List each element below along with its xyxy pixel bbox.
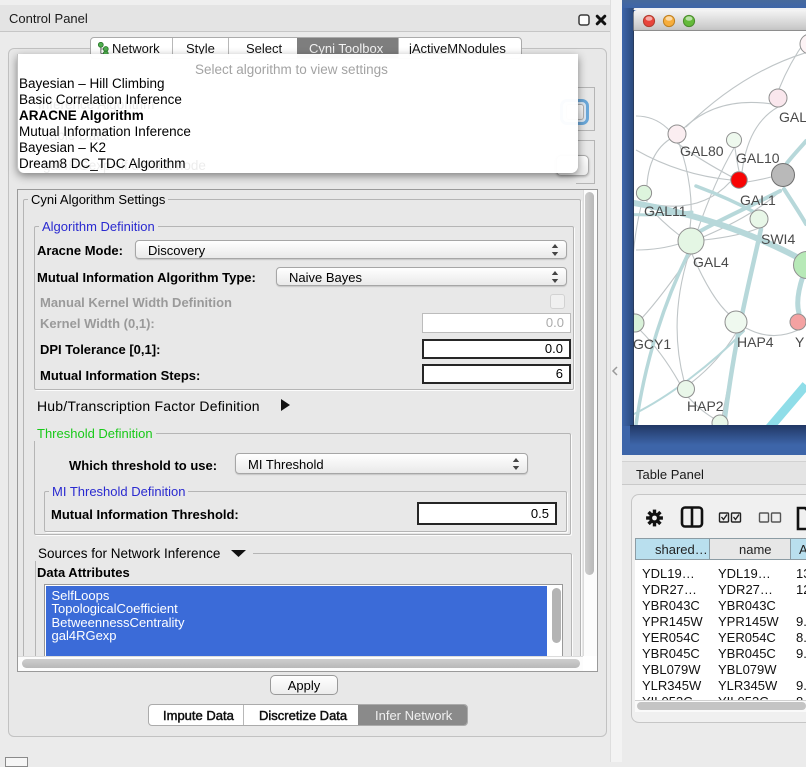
svg-text:HAP2: HAP2: [687, 398, 724, 414]
svg-text:GAL1: GAL1: [740, 192, 776, 208]
svg-text:Y: Y: [795, 334, 805, 350]
svg-text:GAL4: GAL4: [693, 254, 729, 270]
svg-text:GAL80: GAL80: [680, 143, 724, 159]
svg-text:GAL10: GAL10: [736, 150, 780, 166]
svg-text:HAP4: HAP4: [737, 334, 774, 350]
svg-text:GCY1: GCY1: [634, 336, 671, 352]
svg-text:GAL2: GAL2: [779, 109, 806, 125]
svg-text:SWI4: SWI4: [761, 231, 795, 247]
svg-text:GAL11: GAL11: [644, 203, 687, 219]
